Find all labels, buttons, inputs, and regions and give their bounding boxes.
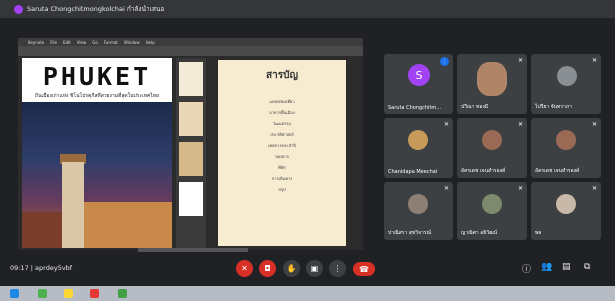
contents-item: อาหารพื้นเมือง xyxy=(269,110,295,115)
mic-off-icon[interactable]: ✕ xyxy=(236,260,253,277)
participant-avatar xyxy=(408,194,428,214)
contents-item: ที่พัก xyxy=(278,165,286,170)
raise-hand-icon[interactable]: ✋ xyxy=(283,260,300,277)
participant-name: Saruta Chongchitm... xyxy=(388,105,442,111)
menu-item[interactable]: Edit xyxy=(63,40,71,45)
info-icon[interactable]: ⓘ xyxy=(522,262,531,275)
participant-tile[interactable]: ✕ อัครเดช เจนสำรองค์ xyxy=(457,118,527,178)
contents-item: ประวัติศาสตร์ xyxy=(270,132,294,137)
participant-avatar xyxy=(482,130,502,150)
menu-item[interactable]: Window xyxy=(124,40,140,45)
participant-name: ปาณิสรา สุขวิจารณ์ xyxy=(388,230,432,236)
contents-item: แหล่งท่องเที่ยว xyxy=(269,99,295,104)
phuket-photo xyxy=(22,102,172,248)
mic-off-icon: ✕ xyxy=(517,57,523,64)
participant-name: ไปรียา จันทราภา xyxy=(535,104,572,110)
participant-tile[interactable]: ✕ พล xyxy=(531,182,601,240)
menu-item[interactable]: Go xyxy=(92,40,98,45)
slide-thumbnail[interactable] xyxy=(179,142,203,176)
participant-name: ญาณิศา อธิวัฒน์ xyxy=(461,230,498,236)
chat-icon[interactable]: ▤ xyxy=(562,262,571,272)
contents-item: สรุป xyxy=(278,187,286,192)
presenting-title: Saruta Chongchitmongkolchai กำลังนำเสนอ xyxy=(27,5,165,13)
participant-video xyxy=(477,62,507,96)
mic-off-icon: ✕ xyxy=(517,121,523,128)
app-menubar: Keynote File Edit View Go Format Window … xyxy=(18,38,363,46)
contents-list: แหล่งท่องเที่ยว อาหารพื้นเมือง วัฒนธรรม … xyxy=(228,96,336,195)
participant-avatar xyxy=(556,194,576,214)
contents-item: การเดินทาง xyxy=(271,176,293,181)
slide-thumbnails xyxy=(176,58,206,248)
participant-tile[interactable]: ✕ ปวีณา ทองมี xyxy=(457,54,527,114)
mic-off-icon: ✕ xyxy=(591,185,597,192)
mic-off-icon: ✕ xyxy=(517,185,523,192)
participant-name: อัครเดช เจนสำรองค์ xyxy=(461,168,506,174)
app-icon[interactable] xyxy=(38,289,47,298)
participant-avatar xyxy=(482,194,502,214)
contents-title: สารบัญ xyxy=(266,70,298,81)
shared-screen: Keynote File Edit View Go Format Window … xyxy=(18,38,363,254)
menu-item[interactable]: Format xyxy=(104,40,118,45)
meeting-controls: 09:17 | aprdey5vbf ✕ ◘ ✋ ▣ ⋮ ☎ ⓘ 👥 ▤ ⧉ xyxy=(0,252,615,286)
people-icon[interactable]: 👥 xyxy=(541,262,552,272)
participant-tile[interactable]: ✕ ปาณิสรา สุขวิจารณ์ xyxy=(384,182,453,240)
app-icon[interactable] xyxy=(90,289,99,298)
participant-avatar: S xyxy=(408,64,430,86)
camera-off-icon[interactable]: ◘ xyxy=(259,260,276,277)
participant-tile[interactable]: ✕ อัครเดช เจนสำรองค์ xyxy=(531,118,601,178)
slide-phuket: PHUKET ถิ่นเมืองเก่าแห่ง ชิโนโปรตุกีสที่… xyxy=(22,58,172,248)
participant-tile[interactable]: ✕ ไปรียา จันทราภา xyxy=(531,54,601,114)
slide-subtitle: ถิ่นเมืองเก่าแห่ง ชิโนโปรตุกีสที่สวยงามท… xyxy=(35,93,159,99)
slide-thumbnail[interactable] xyxy=(179,62,203,96)
menu-item[interactable]: View xyxy=(77,40,87,45)
participant-avatar xyxy=(557,66,577,86)
mic-off-icon: ✕ xyxy=(591,121,597,128)
more-vert-icon[interactable]: ⋮ xyxy=(329,260,346,277)
mic-off-icon: ✕ xyxy=(443,185,449,192)
presenting-banner: Saruta Chongchitmongkolchai กำลังนำเสนอ xyxy=(0,0,615,18)
presenter-avatar xyxy=(14,4,23,14)
chrome-icon[interactable] xyxy=(118,289,127,298)
menu-item[interactable]: Help xyxy=(146,40,155,45)
participant-tile[interactable]: S ⋮ Saruta Chongchitm... xyxy=(384,54,453,114)
folder-icon[interactable] xyxy=(64,289,73,298)
speaking-icon: ⋮ xyxy=(440,57,449,66)
slide-title: PHUKET xyxy=(42,62,152,91)
participant-avatar xyxy=(556,130,576,150)
participant-avatar xyxy=(408,130,428,150)
start-icon[interactable] xyxy=(10,289,19,298)
menu-item[interactable]: File xyxy=(50,40,57,45)
participant-tile[interactable]: ✕ ญาณิศา อธิวัฒน์ xyxy=(457,182,527,240)
app-toolbar xyxy=(18,46,363,56)
mic-off-icon: ✕ xyxy=(591,57,597,64)
contents-item: วัฒนธรรม xyxy=(273,121,291,126)
mic-off-icon: ✕ xyxy=(443,121,449,128)
slide-thumbnail[interactable] xyxy=(179,182,203,216)
activities-icon[interactable]: ⧉ xyxy=(584,262,590,272)
participant-tile[interactable]: ✕ Chanidapa Meechai xyxy=(384,118,453,178)
slide-thumbnail[interactable] xyxy=(179,102,203,136)
participant-name: อัครเดช เจนสำรองค์ xyxy=(535,168,580,174)
slide-contents: สารบัญ แหล่งท่องเที่ยว อาหารพื้นเมือง วั… xyxy=(218,60,346,246)
end-call-icon[interactable]: ☎ xyxy=(353,262,375,276)
menu-item[interactable]: Keynote xyxy=(28,40,44,45)
meeting-time-code: 09:17 | aprdey5vbf xyxy=(10,264,73,272)
present-icon[interactable]: ▣ xyxy=(306,260,323,277)
participant-name: พล xyxy=(535,230,542,236)
contents-item: เทศกาลประจำปี xyxy=(268,143,296,148)
participant-name: ปวีณา ทองมี xyxy=(461,104,489,110)
os-taskbar xyxy=(0,286,615,301)
contents-item: ของฝาก xyxy=(274,154,290,159)
participant-name: Chanidapa Meechai xyxy=(388,169,438,175)
